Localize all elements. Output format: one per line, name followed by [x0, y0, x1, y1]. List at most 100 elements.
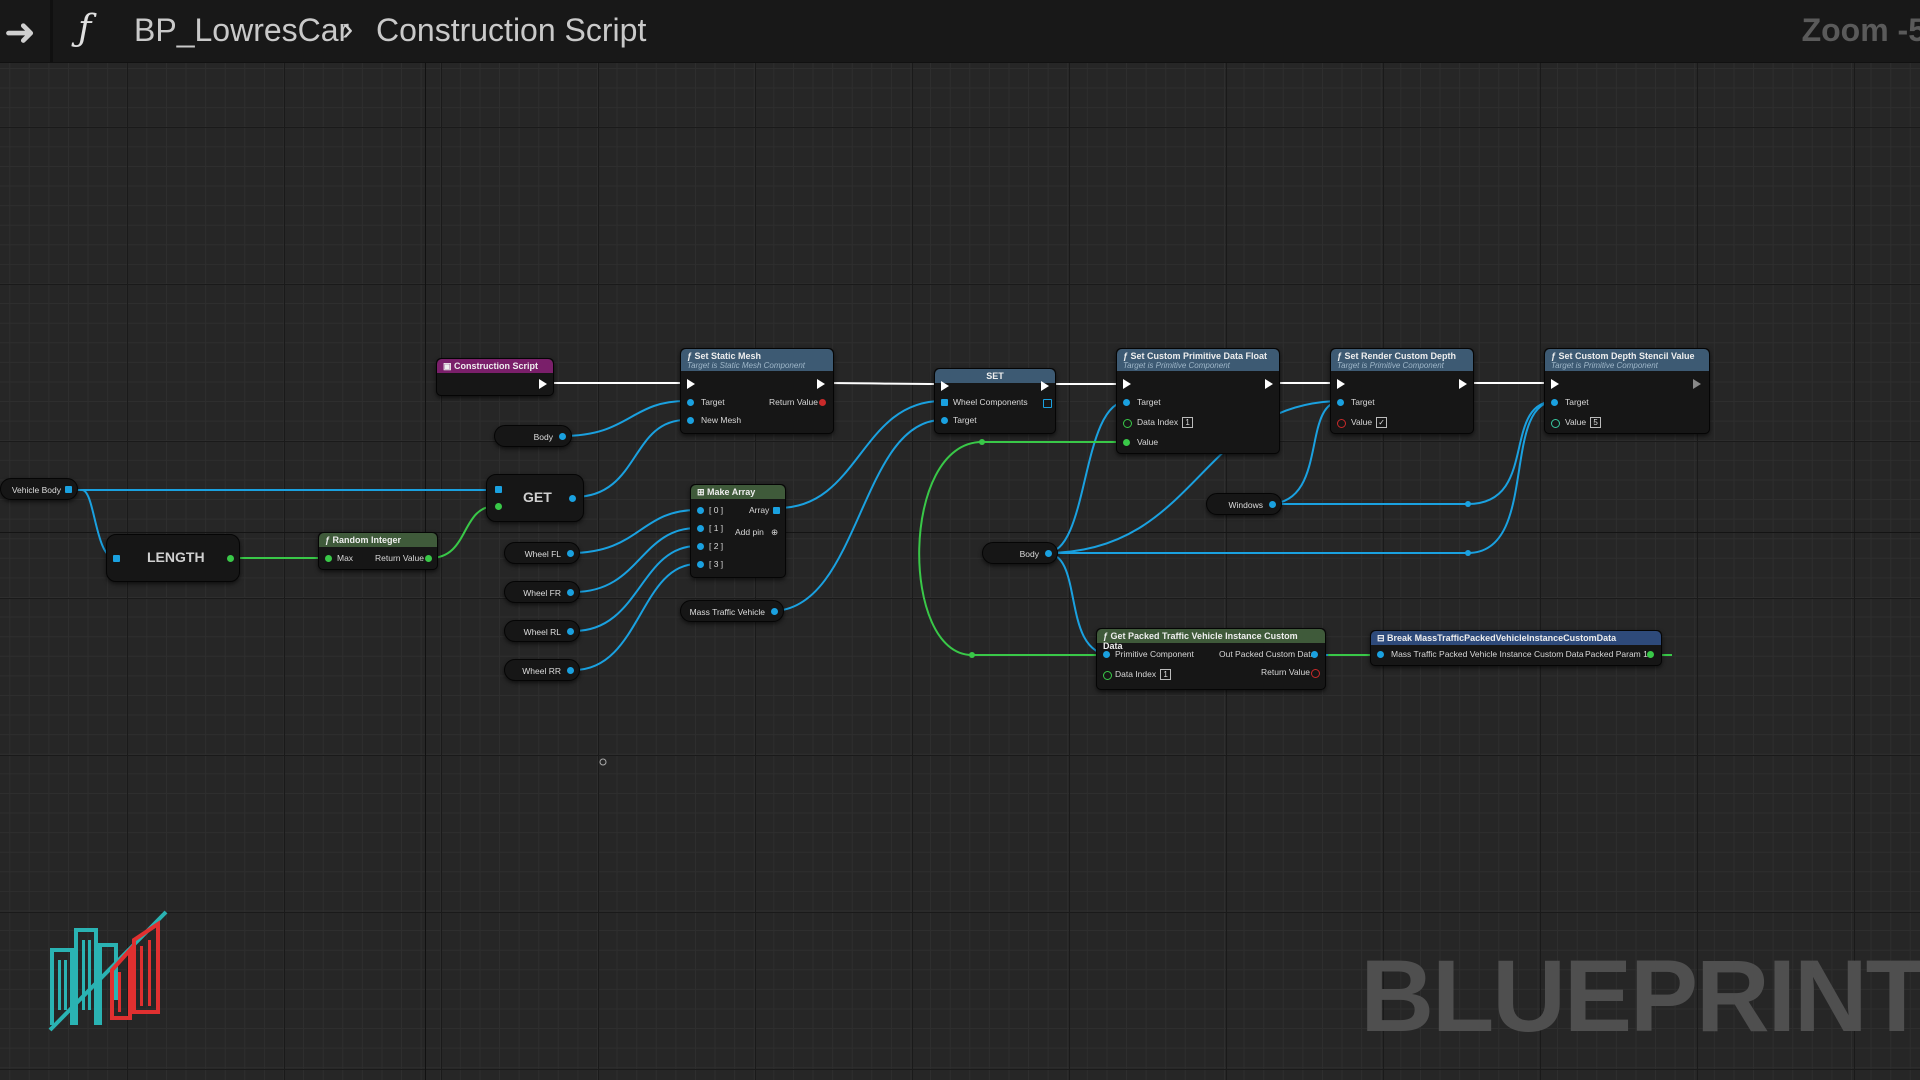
mouse-cursor	[599, 758, 607, 766]
exec-in-pin[interactable]	[687, 379, 695, 389]
value-pin[interactable]	[1337, 419, 1346, 428]
return-value-pin[interactable]	[425, 555, 432, 562]
set-custom-depth-stencil-node[interactable]: ƒ Set Custom Depth Stencil Value Target …	[1544, 348, 1710, 434]
wheel-fl-variable[interactable]: Wheel FL	[504, 542, 580, 564]
event-icon: ▣	[443, 361, 455, 371]
exec-in-pin[interactable]	[1123, 379, 1131, 389]
packed-param-pin[interactable]	[1647, 651, 1654, 658]
value-checkbox[interactable]: ✓	[1376, 417, 1388, 429]
item-out-pin[interactable]	[569, 495, 576, 502]
node-subtitle: Target is Primitive Component	[1551, 361, 1658, 370]
value-input[interactable]: 5	[1590, 417, 1602, 429]
value-pin[interactable]	[1551, 419, 1560, 428]
target-pin[interactable]	[1123, 399, 1130, 406]
set-render-custom-depth-node[interactable]: ƒ Set Render Custom Depth Target is Prim…	[1330, 348, 1474, 434]
return-value-pin[interactable]	[1311, 669, 1320, 678]
target-pin[interactable]	[687, 399, 694, 406]
target-pin[interactable]	[1551, 399, 1558, 406]
array-element-pin-1[interactable]	[697, 525, 704, 532]
set-custom-primitive-data-float-node[interactable]: ƒ Set Custom Primitive Data Float Target…	[1116, 348, 1280, 454]
primitive-component-pin[interactable]	[1103, 651, 1110, 658]
body-variable-top[interactable]: Body	[494, 425, 572, 447]
node-title: SET	[935, 369, 1055, 383]
node-header: ƒ Set Custom Primitive Data Float Target…	[1117, 349, 1279, 371]
index-pin[interactable]	[495, 503, 502, 510]
add-pin-icon[interactable]: ⊕	[771, 527, 778, 538]
new-mesh-pin[interactable]	[687, 417, 694, 424]
set-static-mesh-node[interactable]: ƒ Set Static Mesh Target is Static Mesh …	[680, 348, 834, 434]
node-title: ▣ Construction Script	[437, 359, 553, 373]
windows-variable[interactable]: Windows	[1206, 493, 1282, 515]
exec-in-pin[interactable]	[941, 381, 949, 391]
return-value-pin[interactable]	[819, 399, 826, 406]
value-text: Value	[1565, 417, 1587, 427]
exec-out-pin[interactable]	[1041, 381, 1049, 391]
exec-out-pin[interactable]	[817, 379, 825, 389]
array-out-pin[interactable]	[1043, 399, 1052, 408]
variable-out-pin[interactable]	[567, 550, 574, 557]
breadcrumb-blueprint[interactable]: BP_LowresCar	[134, 12, 349, 49]
exec-out-pin[interactable]	[539, 379, 547, 389]
exec-out-pin[interactable]	[1459, 379, 1467, 389]
random-integer-node[interactable]: ƒ Random Integer Max Return Value	[318, 532, 438, 570]
data-index-input[interactable]: 1	[1182, 417, 1194, 429]
toolbar-divider	[50, 0, 53, 62]
break-packed-data-node[interactable]: ⊟ Break MassTrafficPackedVehicleInstance…	[1370, 630, 1662, 666]
array-element-pin-3[interactable]	[697, 561, 704, 568]
wheel-rl-variable[interactable]: Wheel RL	[504, 620, 580, 642]
teal-windows	[88, 940, 91, 1010]
packed-data-in-pin[interactable]	[1377, 651, 1384, 658]
wheel-components-pin[interactable]	[941, 399, 948, 406]
body-variable-mid[interactable]: Body	[982, 542, 1058, 564]
array-in-pin[interactable]	[495, 486, 502, 493]
node-header: ƒ Set Custom Depth Stencil Value Target …	[1545, 349, 1709, 371]
set-wheel-components-node[interactable]: SET Wheel Components Target	[934, 368, 1056, 434]
breadcrumb-graph[interactable]: Construction Script	[376, 12, 646, 49]
exec-in-pin[interactable]	[1551, 379, 1559, 389]
data-index-text: Data Index	[1137, 417, 1179, 427]
array-element-pin-0[interactable]	[697, 507, 704, 514]
variable-out-pin[interactable]	[1045, 550, 1052, 557]
array-element-label-3: [ 3 ]	[709, 559, 724, 569]
max-pin[interactable]	[325, 555, 332, 562]
make-array-node[interactable]: ⊞ Make Array [ 0 ] Array [ 1 ] Add pin ⊕…	[690, 484, 786, 578]
exec-out-pin[interactable]	[1693, 379, 1701, 389]
data-index-pin[interactable]	[1103, 671, 1112, 680]
data-index-pin[interactable]	[1123, 419, 1132, 428]
variable-out-pin[interactable]	[567, 589, 574, 596]
wheel-fr-variable[interactable]: Wheel FR	[504, 581, 580, 603]
variable-out-pin[interactable]	[1269, 501, 1276, 508]
add-pin-button[interactable]: Add pin	[735, 527, 764, 537]
target-pin[interactable]	[1337, 399, 1344, 406]
variable-out-pin[interactable]	[567, 667, 574, 674]
forward-arrow-icon[interactable]: ➜	[4, 10, 36, 55]
variable-out-pin[interactable]	[567, 628, 574, 635]
exec-out-pin[interactable]	[1265, 379, 1273, 389]
exec-in-pin[interactable]	[1337, 379, 1345, 389]
variable-out-pin[interactable]	[771, 608, 778, 615]
reroute-knot	[1465, 550, 1471, 556]
get-packed-traffic-data-node[interactable]: ƒ Get Packed Traffic Vehicle Instance Cu…	[1096, 628, 1326, 690]
get-array-item-node[interactable]: GET	[486, 474, 584, 522]
new-mesh-label: New Mesh	[701, 415, 742, 425]
length-node[interactable]: LENGTH	[106, 534, 240, 582]
mass-traffic-vehicle-variable[interactable]: Mass Traffic Vehicle	[680, 600, 784, 622]
construction-script-node[interactable]: ▣ Construction Script	[436, 358, 554, 396]
zoom-indicator: Zoom -5	[1801, 12, 1920, 48]
red-building	[132, 920, 160, 1014]
reroute-knot	[969, 652, 975, 658]
value-pin[interactable]	[1123, 439, 1130, 446]
wheel-rr-variable[interactable]: Wheel RR	[504, 659, 580, 681]
data-index-input[interactable]: 1	[1160, 669, 1172, 681]
array-out-pin[interactable]	[773, 507, 780, 514]
variable-out-pin[interactable]	[559, 433, 566, 440]
out-packed-pin[interactable]	[1311, 651, 1318, 658]
array-element-pin-2[interactable]	[697, 543, 704, 550]
target-pin[interactable]	[941, 417, 948, 424]
length-out-pin[interactable]	[227, 555, 234, 562]
red-windows	[148, 940, 151, 1006]
variable-out-pin[interactable]	[65, 486, 72, 493]
vehicle-body-variable[interactable]: Vehicle Body	[0, 478, 78, 500]
wires-layer	[62, 382, 1672, 766]
array-in-pin[interactable]	[113, 555, 120, 562]
